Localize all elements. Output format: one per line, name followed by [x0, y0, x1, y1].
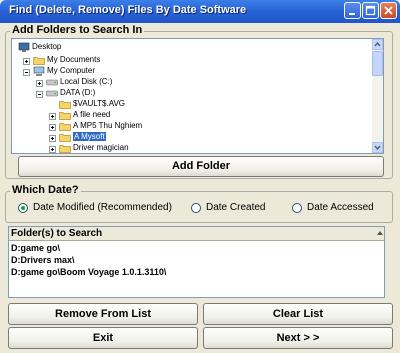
computer-icon	[33, 66, 45, 76]
tree-item-driver-magician[interactable]: Driver magician	[59, 142, 129, 153]
exit-button[interactable]: Exit	[8, 327, 198, 349]
folder-tree[interactable]: Desktop My Documents My Computer Local D…	[11, 38, 384, 154]
folder-icon	[59, 101, 71, 109]
drive-icon	[46, 79, 58, 86]
expand-toggle[interactable]	[36, 80, 43, 87]
folder-icon	[59, 123, 71, 131]
chevron-down-icon	[374, 145, 381, 151]
tree-scrollbar[interactable]	[372, 39, 383, 153]
scroll-down-button[interactable]	[372, 142, 383, 153]
date-group-legend: Which Date?	[10, 184, 81, 196]
radio-circle[interactable]	[18, 203, 28, 213]
radio-label: Date Modified (Recommended)	[33, 202, 172, 213]
minimize-icon	[349, 13, 355, 15]
radio-label: Date Created	[206, 202, 266, 213]
folder-open-icon	[59, 134, 71, 142]
folder-icon	[59, 145, 71, 153]
radio-circle[interactable]	[292, 203, 302, 213]
next-button[interactable]: Next > >	[203, 327, 393, 349]
expand-toggle[interactable]	[49, 146, 56, 153]
chevron-up-icon	[374, 41, 381, 47]
expand-toggle[interactable]	[49, 113, 56, 120]
add-folder-button[interactable]: Add Folder	[18, 156, 384, 177]
list-item[interactable]: D:game go\	[11, 243, 60, 253]
tree-item-desktop[interactable]: Desktop	[18, 41, 61, 53]
collapse-toggle[interactable]	[23, 69, 30, 76]
folders-list[interactable]: Folder(s) to Search D:game go\ D:Drivers…	[8, 226, 385, 298]
maximize-icon	[365, 5, 376, 16]
clear-list-button[interactable]: Clear List	[203, 303, 393, 325]
desktop-icon	[18, 42, 30, 52]
close-button[interactable]	[380, 2, 397, 19]
folders-group-legend: Add Folders to Search In	[10, 24, 145, 36]
expand-toggle[interactable]	[49, 124, 56, 131]
title-bar: Find (Delete, Remove) Files By Date Soft…	[0, 0, 400, 23]
radio-circle[interactable]	[191, 203, 201, 213]
expand-toggle[interactable]	[49, 135, 56, 142]
radio-label: Date Accessed	[307, 202, 374, 213]
folder-icon	[33, 57, 45, 65]
window-title: Find (Delete, Remove) Files By Date Soft…	[9, 4, 247, 16]
chevron-up-icon	[377, 231, 383, 235]
drive-icon	[46, 90, 58, 97]
maximize-button[interactable]	[362, 2, 379, 19]
collapse-toggle[interactable]	[36, 91, 43, 98]
close-icon	[384, 6, 393, 15]
remove-from-list-button[interactable]: Remove From List	[8, 303, 198, 325]
minimize-button[interactable]	[344, 2, 361, 19]
folder-icon	[59, 112, 71, 120]
expand-toggle[interactable]	[23, 58, 30, 65]
list-item[interactable]: D:Drivers max\	[11, 255, 75, 265]
scroll-up-button[interactable]	[372, 39, 383, 50]
list-header[interactable]: Folder(s) to Search	[9, 227, 384, 241]
list-header-label: Folder(s) to Search	[11, 228, 103, 239]
list-item[interactable]: D:game go\Boom Voyage 1.0.1.3110\	[11, 267, 166, 277]
scroll-thumb[interactable]	[372, 51, 383, 76]
